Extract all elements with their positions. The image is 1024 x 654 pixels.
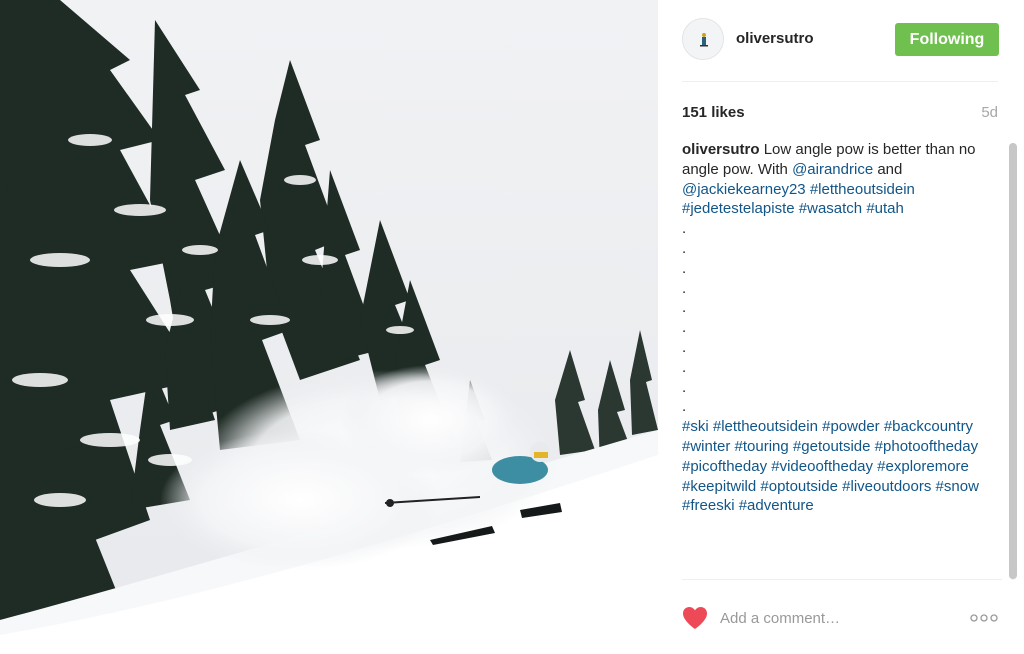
avatar[interactable] xyxy=(682,18,724,60)
hashtag-link[interactable]: #keepitwild xyxy=(682,478,756,495)
caption-dot: . xyxy=(682,378,687,396)
hashtag-link[interactable]: #getoutside xyxy=(793,438,871,455)
more-options-icon[interactable] xyxy=(970,614,998,622)
username[interactable]: oliversutro xyxy=(736,30,814,47)
caption-dot: . xyxy=(682,319,687,337)
following-button[interactable]: Following xyxy=(895,23,999,56)
hashtag-link[interactable]: #snow xyxy=(936,478,979,495)
comment-bar xyxy=(682,596,998,638)
caption-dot: . xyxy=(682,259,687,277)
caption: oliversutro Low angle pow is better than… xyxy=(682,140,982,516)
hashtag-link[interactable]: #utah xyxy=(866,200,904,217)
caption-dot: . xyxy=(682,239,687,257)
hashtag-link[interactable]: #exploremore xyxy=(877,458,969,475)
hashtag-link[interactable]: #touring xyxy=(735,438,789,455)
caption-dot: . xyxy=(682,398,687,416)
post-header: oliversutro Following xyxy=(682,16,999,82)
caption-author[interactable]: oliversutro xyxy=(682,141,760,158)
avatar-image xyxy=(683,19,723,59)
hashtag-link[interactable]: #photooftheday xyxy=(875,438,978,455)
hashtag-link[interactable]: #winter xyxy=(682,438,730,455)
post-photo-image xyxy=(0,0,658,654)
post-stats: 151 likes 5d xyxy=(682,104,998,124)
hashtag-link[interactable]: #lettheoutsidein xyxy=(810,181,915,198)
hashtag-link[interactable]: #videooftheday xyxy=(771,458,873,475)
caption-dot: . xyxy=(682,299,687,317)
caption-text: and xyxy=(873,160,903,178)
caption-dot: . xyxy=(682,358,687,376)
hashtag-link[interactable]: #jedetestelapiste xyxy=(682,200,795,217)
post-photo[interactable] xyxy=(0,0,658,654)
likes-count[interactable]: 151 likes xyxy=(682,104,745,121)
hashtag-link[interactable]: #powder xyxy=(822,418,880,435)
caption-dot: . xyxy=(682,279,687,297)
caption-dot: . xyxy=(682,338,687,356)
hashtag-link[interactable]: #adventure xyxy=(739,497,814,514)
comment-input[interactable] xyxy=(720,606,950,630)
hashtag-link[interactable]: #picoftheday xyxy=(682,458,767,475)
mention-link[interactable]: @airandrice xyxy=(792,161,873,178)
hashtag-link[interactable]: #lettheoutsidein xyxy=(713,418,818,435)
hashtag-link[interactable]: #liveoutdoors xyxy=(842,478,931,495)
hashtag-link[interactable]: #wasatch xyxy=(799,200,862,217)
hashtag-link[interactable]: #backcountry xyxy=(884,418,973,435)
post-age[interactable]: 5d xyxy=(981,104,998,121)
caption-dot: . xyxy=(682,220,687,238)
hashtag-link[interactable]: #ski xyxy=(682,418,709,435)
post-side-panel: oliversutro Following 151 likes 5d olive… xyxy=(658,0,1024,654)
hashtag-link[interactable]: #optoutside xyxy=(760,478,838,495)
mention-link[interactable]: @jackiekearney23 xyxy=(682,181,806,198)
caption-scrollbar-thumb[interactable] xyxy=(1009,143,1017,579)
caption-scrollbar[interactable] xyxy=(1009,143,1017,580)
hashtag-link[interactable]: #freeski xyxy=(682,497,735,514)
heart-icon[interactable] xyxy=(682,606,708,630)
caption-area: oliversutro Low angle pow is better than… xyxy=(682,140,1002,580)
